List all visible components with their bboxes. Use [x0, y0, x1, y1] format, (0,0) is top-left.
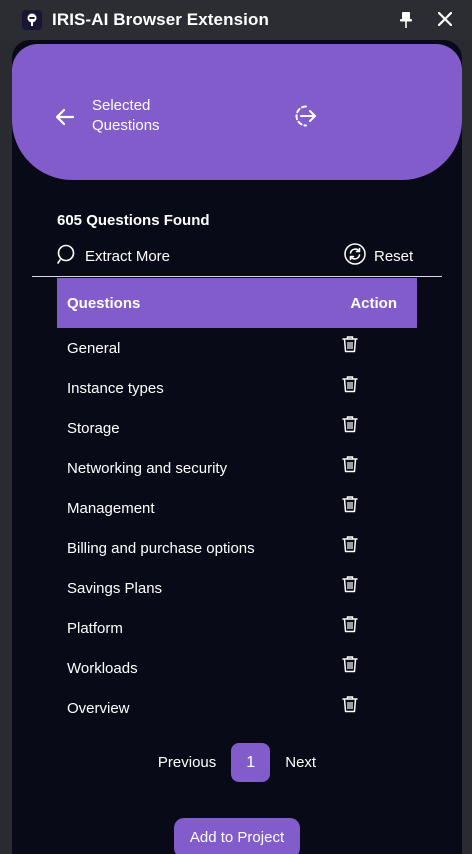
- window-title: IRIS-AI Browser Extension: [52, 10, 269, 29]
- question-label: Billing and purchase options: [67, 539, 255, 557]
- pin-icon[interactable]: [396, 10, 416, 30]
- previous-page-button[interactable]: Previous: [158, 754, 216, 771]
- question-label: Storage: [67, 419, 120, 437]
- trash-icon[interactable]: [341, 615, 361, 635]
- close-icon[interactable]: [435, 9, 455, 29]
- question-label: Platform: [67, 619, 123, 637]
- trash-icon[interactable]: [341, 575, 361, 595]
- question-label: Workloads: [67, 659, 138, 677]
- pagination: Previous 1 Next: [12, 743, 462, 782]
- title-bar: IRIS-AI Browser Extension: [0, 0, 472, 40]
- table-row: General: [57, 328, 417, 368]
- question-label: Management: [67, 499, 155, 517]
- next-page-button[interactable]: Next: [285, 754, 316, 771]
- question-label: Savings Plans: [67, 579, 163, 597]
- app-logo-icon: [22, 10, 42, 30]
- back-arrow-icon[interactable]: [54, 106, 76, 128]
- table-row: Management: [57, 488, 417, 528]
- table-row: Networking and security: [57, 448, 417, 488]
- logout-icon[interactable]: [290, 102, 318, 130]
- table-row: Workloads: [57, 648, 417, 688]
- trash-icon[interactable]: [341, 455, 361, 475]
- table-header: Questions Action: [57, 278, 417, 328]
- header-banner: Selected Questions: [12, 44, 462, 180]
- trash-icon[interactable]: [341, 535, 361, 555]
- page-title: Selected Questions: [92, 97, 160, 134]
- extract-more-button[interactable]: Extract More: [57, 244, 170, 268]
- table-row: Savings Plans: [57, 568, 417, 608]
- table-row: Overview: [57, 688, 417, 728]
- reset-label: Reset: [374, 247, 414, 265]
- questions-table: Questions Action General Instance types St…: [57, 278, 417, 728]
- trash-icon[interactable]: [341, 655, 361, 675]
- extract-more-label: Extract More: [85, 247, 171, 265]
- table-row: Instance types: [57, 368, 417, 408]
- table-row: Storage: [57, 408, 417, 448]
- refresh-icon: [344, 243, 366, 269]
- trash-icon[interactable]: [341, 695, 361, 715]
- trash-icon[interactable]: [341, 375, 361, 395]
- add-to-project-button[interactable]: Add to Project: [174, 818, 300, 854]
- search-icon: [57, 244, 77, 268]
- extension-panel: Selected Questions 605 Questions Found E…: [12, 40, 462, 854]
- divider: [32, 276, 442, 277]
- trash-icon[interactable]: [341, 415, 361, 435]
- table-body: General Instance types Storage Networking a…: [57, 328, 417, 728]
- question-label: Networking and security: [67, 459, 228, 477]
- reset-button[interactable]: Reset: [344, 243, 413, 269]
- current-page-button[interactable]: 1: [231, 743, 271, 782]
- table-row: Platform: [57, 608, 417, 648]
- question-label: Overview: [67, 699, 130, 717]
- table-row: Billing and purchase options: [57, 528, 417, 568]
- trash-icon[interactable]: [341, 335, 361, 355]
- question-label: Instance types: [67, 379, 164, 397]
- column-header-questions: Questions: [67, 294, 141, 312]
- trash-icon[interactable]: [341, 495, 361, 515]
- questions-found-count: 605 Questions Found: [57, 212, 210, 229]
- question-label: General: [67, 339, 121, 357]
- column-header-action: Action: [350, 294, 397, 312]
